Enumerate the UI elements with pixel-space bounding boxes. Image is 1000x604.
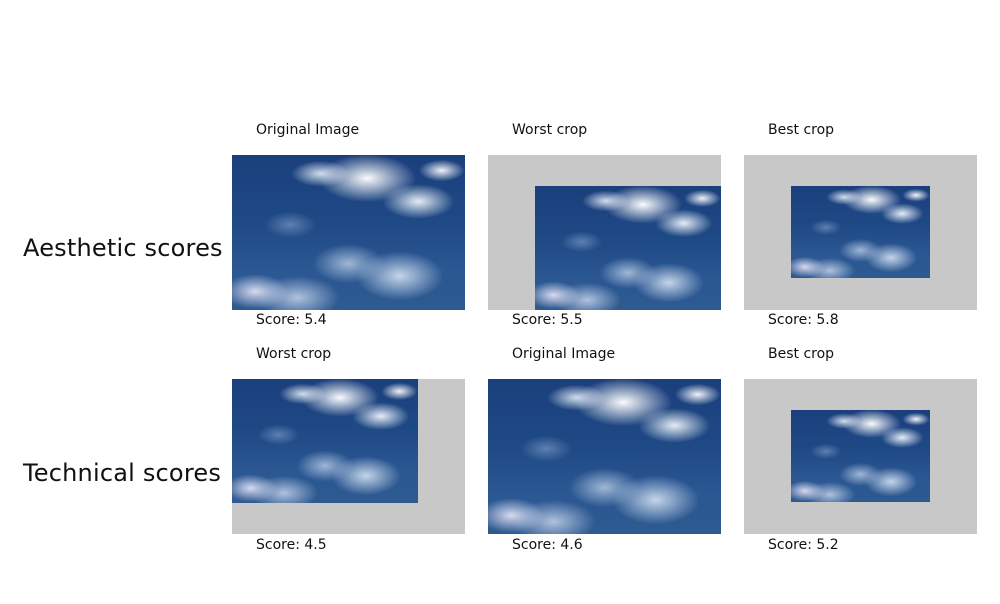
panel-technical-worst (232, 379, 465, 534)
row-label-technical: Technical scores (23, 459, 222, 487)
caption-technical-best: Best crop (768, 346, 835, 362)
panel-technical-original (488, 379, 721, 534)
score-technical-worst: Score: 4.5 (256, 537, 327, 553)
panel-technical-best (744, 379, 977, 534)
caption-technical-original: Original Image (512, 346, 616, 362)
score-aesthetic-worst: Score: 5.5 (512, 312, 583, 328)
score-aesthetic-original: Score: 5.4 (256, 312, 327, 328)
panel-aesthetic-original (232, 155, 465, 310)
cloud-image-crop (535, 186, 721, 310)
row-label-aesthetic: Aesthetic scores (23, 234, 223, 262)
score-technical-original: Score: 4.6 (512, 537, 583, 553)
caption-aesthetic-best: Best crop (768, 122, 835, 138)
caption-aesthetic-original: Original Image (256, 122, 360, 138)
cloud-image (232, 155, 465, 310)
score-technical-best: Score: 5.2 (768, 537, 839, 553)
caption-technical-worst: Worst crop (256, 346, 332, 362)
score-aesthetic-best: Score: 5.8 (768, 312, 839, 328)
cloud-image (488, 379, 721, 534)
cloud-image-crop (791, 410, 930, 502)
panel-aesthetic-worst (488, 155, 721, 310)
caption-aesthetic-worst: Worst crop (512, 122, 588, 138)
cloud-image-crop (232, 379, 418, 503)
cloud-image-crop (791, 186, 930, 278)
panel-aesthetic-best (744, 155, 977, 310)
